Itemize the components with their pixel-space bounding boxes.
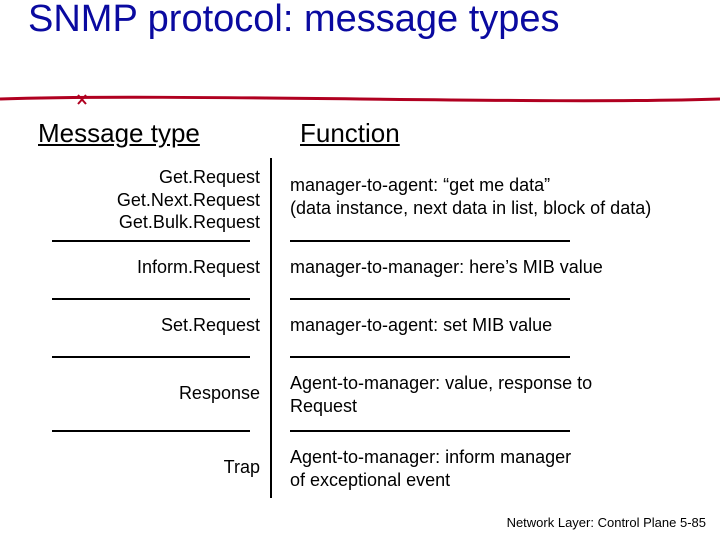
slide: SNMP protocol: message types Message typ… [0, 0, 720, 540]
header-function: Function [300, 118, 400, 149]
slide-title: SNMP protocol: message types [28, 0, 692, 40]
title-underline-swoosh [0, 92, 720, 106]
message-type-cell: Set.Request [30, 314, 260, 337]
message-type-cell: Trap [30, 456, 260, 479]
msg-type: Response [179, 383, 260, 403]
message-type-cell: Response [30, 382, 260, 405]
function-text: manager-to-agent: set MIB value [290, 315, 552, 335]
row-rule-left [52, 240, 250, 242]
function-text: of exceptional event [290, 470, 450, 490]
row-rule-left [52, 356, 250, 358]
function-cell: manager-to-agent: “get me data” (data in… [290, 174, 690, 219]
row-rule-right [290, 356, 570, 358]
function-cell: manager-to-manager: here’s MIB value [290, 256, 690, 279]
msg-type: Get.Next.Request [117, 190, 260, 210]
function-text: manager-to-manager: here’s MIB value [290, 257, 603, 277]
vertical-rule [270, 158, 272, 498]
row-rule-left [52, 298, 250, 300]
function-cell: Agent-to-manager: inform manager of exce… [290, 446, 690, 491]
msg-type: Inform.Request [137, 257, 260, 277]
row-rule-right [290, 240, 570, 242]
slide-footer: Network Layer: Control Plane 5-85 [507, 515, 706, 530]
function-cell: Agent-to-manager: value, response to Req… [290, 372, 690, 417]
msg-type: Set.Request [161, 315, 260, 335]
function-cell: manager-to-agent: set MIB value [290, 314, 690, 337]
msg-type: Get.Bulk.Request [119, 212, 260, 232]
function-text: Agent-to-manager: value, response to [290, 373, 592, 393]
msg-type: Get.Request [159, 167, 260, 187]
message-type-cell: Get.Request Get.Next.Request Get.Bulk.Re… [30, 166, 260, 234]
function-text: (data instance, next data in list, block… [290, 198, 651, 218]
header-message-type: Message type [38, 118, 200, 149]
row-rule-right [290, 430, 570, 432]
message-type-cell: Inform.Request [30, 256, 260, 279]
msg-type: Trap [224, 457, 260, 477]
row-rule-left [52, 430, 250, 432]
row-rule-right [290, 298, 570, 300]
function-text: manager-to-agent: “get me data” [290, 175, 550, 195]
function-text: Request [290, 396, 357, 416]
function-text: Agent-to-manager: inform manager [290, 447, 571, 467]
